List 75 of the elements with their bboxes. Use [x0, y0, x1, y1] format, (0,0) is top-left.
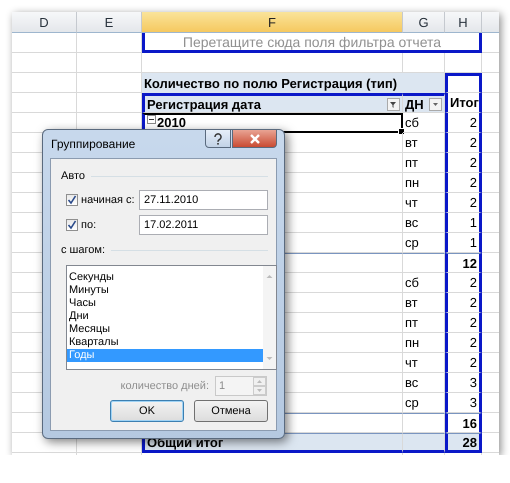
day-cell: ср: [405, 235, 419, 250]
date-field[interactable]: 27.11.2010: [139, 190, 268, 210]
list-item[interactable]: Кварталы: [67, 336, 263, 349]
day-cell: ср: [405, 395, 419, 410]
column-header[interactable]: G: [403, 12, 445, 33]
table-cell: [445, 53, 482, 73]
count-cell: 2: [470, 355, 477, 370]
table-cell: [77, 53, 142, 73]
list-item[interactable]: Часы: [67, 297, 263, 310]
group-label: Авто: [61, 170, 85, 182]
day-cell: вс: [405, 375, 418, 390]
step-listbox[interactable]: Секунды Минуты Часы Дни Месяцы Кварталы Годы: [66, 265, 277, 370]
collapse-icon[interactable]: [147, 115, 156, 124]
pivot-title: Количество по полю Регистрация (тип): [144, 76, 398, 90]
table-cell: [12, 73, 77, 93]
count-cell: 2: [470, 295, 477, 310]
count-cell: 2: [470, 275, 477, 290]
table-cell: [12, 53, 77, 73]
list-item[interactable]: Дни: [67, 310, 263, 323]
day-cell: пт: [405, 315, 418, 330]
count-cell: 2: [470, 335, 477, 350]
row-label: 2010: [157, 115, 186, 130]
days-label: количество дней:: [120, 380, 209, 392]
count-cell: 2: [470, 195, 477, 210]
day-cell: вт: [405, 295, 418, 310]
count-cell: 1: [470, 235, 477, 250]
cancel-button[interactable]: Отмена: [194, 400, 268, 422]
count-cell: 3: [470, 395, 477, 410]
pivot-total-header: Итог: [450, 95, 479, 110]
day-cell: чт: [405, 195, 418, 210]
help-icon[interactable]: [213, 132, 223, 144]
date-field[interactable]: 17.02.2011: [139, 215, 268, 235]
total-cell: 16: [462, 416, 477, 430]
close-icon[interactable]: [248, 134, 260, 144]
dropdown-icon[interactable]: [429, 98, 442, 110]
count-cell: 3: [470, 375, 477, 390]
day-cell: вс: [405, 215, 418, 230]
day-cell: сб: [405, 275, 419, 290]
table-cell: [12, 93, 77, 113]
column-header[interactable]: D: [12, 12, 77, 33]
total-cell: 12: [462, 256, 477, 270]
day-cell: пт: [405, 155, 418, 170]
check-icon[interactable]: [67, 220, 77, 230]
pivot-row-header: Регистрация дата: [147, 96, 262, 112]
bound-checkbox[interactable]: начиная с:: [66, 194, 135, 206]
column-header[interactable]: E: [77, 12, 142, 33]
count-cell: 1: [470, 215, 477, 230]
column-header[interactable]: F: [142, 12, 403, 33]
table-cell: [12, 33, 77, 53]
day-cell: сб: [405, 115, 419, 130]
total-cell: 28: [462, 434, 477, 450]
dialog-title: Группирование: [50, 137, 136, 151]
help-button[interactable]: [205, 129, 231, 148]
day-cell: вт: [405, 135, 418, 150]
day-cell: пн: [405, 335, 420, 350]
filter-dropdown-icon[interactable]: [387, 98, 400, 110]
bound-checkbox[interactable]: по:: [66, 219, 96, 231]
day-cell: чт: [405, 355, 418, 370]
close-button[interactable]: [232, 129, 277, 148]
list-item[interactable]: Секунды: [67, 271, 263, 284]
list-item[interactable]: Месяцы: [67, 323, 263, 336]
group-label: с шагом:: [61, 244, 106, 256]
count-cell: 2: [470, 135, 477, 150]
column-header[interactable]: H: [445, 12, 482, 33]
pivot-column-header: ДН: [405, 96, 425, 112]
day-cell: пн: [405, 175, 420, 190]
ok-button[interactable]: OK: [110, 400, 184, 422]
filter-drop-hint: Перетащите сюда поля фильтра отчета: [182, 34, 442, 50]
count-cell: 2: [470, 175, 477, 190]
list-item[interactable]: Минуты: [67, 284, 263, 297]
check-icon[interactable]: [67, 195, 77, 205]
count-cell: 2: [470, 155, 477, 170]
count-cell: 2: [470, 115, 477, 130]
table-cell: [77, 33, 142, 53]
count-cell: 2: [470, 315, 477, 330]
